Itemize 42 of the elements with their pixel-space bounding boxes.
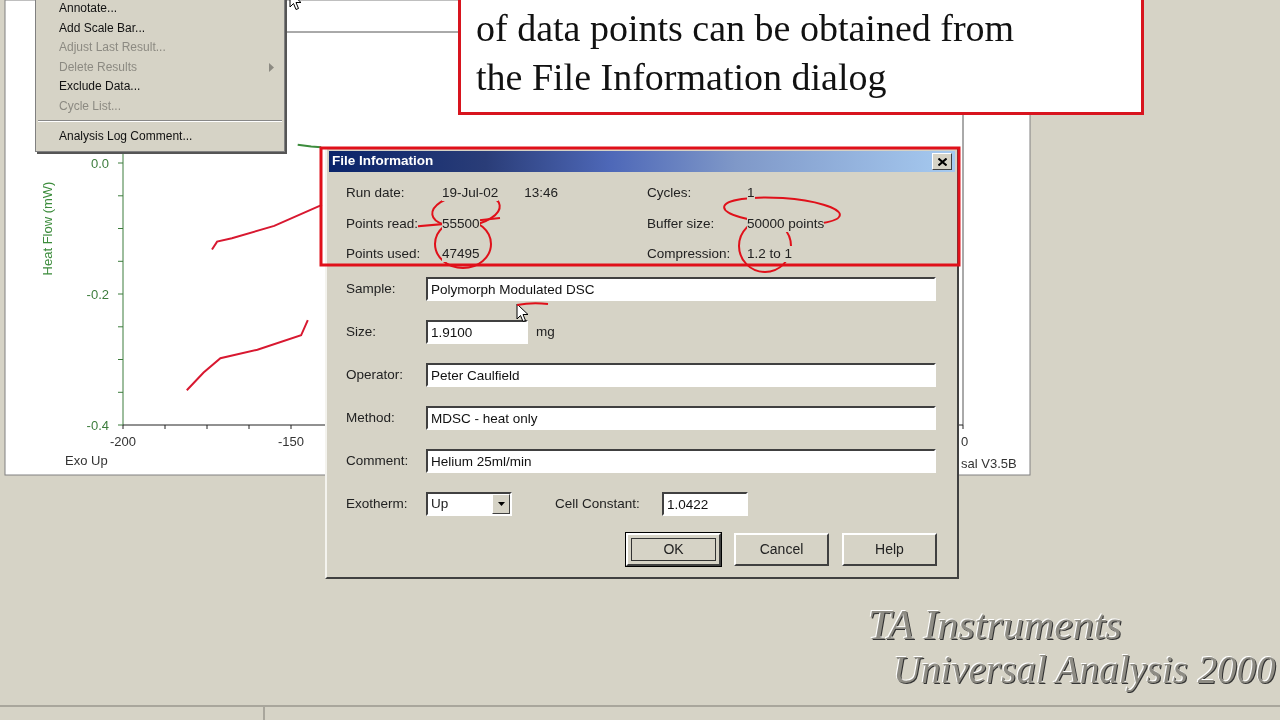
dialog-button[interactable]: Cancel	[734, 533, 829, 566]
unit-label: mg	[536, 322, 555, 341]
version-label: sal V3.5B	[961, 456, 1017, 471]
field-label: Comment:	[346, 451, 410, 470]
menu-item[interactable]: Annotate...	[36, 0, 284, 19]
field-label: Exotherm:	[346, 494, 409, 513]
y-tick-label: -0.4	[86, 418, 109, 433]
input-field[interactable]: 1.0422	[662, 492, 748, 516]
logo-text: Universal Analysis 2000	[893, 647, 1276, 694]
logo-text: TA Instruments	[868, 601, 1122, 650]
callout-text: of data points can be obtained from	[476, 6, 1016, 51]
input-field[interactable]: 1.9100	[426, 320, 528, 344]
field-label: Method:	[346, 408, 396, 427]
input-field[interactable]: Helium 25ml/min	[426, 449, 936, 473]
field-label: Cell Constant:	[555, 494, 641, 513]
dropdown-field[interactable]: Up	[426, 492, 512, 516]
info-value: 1.2 to 1	[747, 246, 793, 263]
info-label: Compression:	[647, 246, 731, 263]
field-label: Operator:	[346, 365, 405, 384]
info-label: Cycles:	[647, 185, 692, 201]
x-tick-label: -150	[278, 434, 304, 449]
callout-text: the File Information dialog	[476, 55, 888, 100]
dialog-button[interactable]: Help	[842, 533, 937, 566]
x-tick-label: -200	[110, 434, 136, 449]
input-field[interactable]: Polymorph Modulated DSC	[426, 277, 936, 301]
info-value: 1	[747, 185, 755, 201]
field-label: Size:	[346, 322, 377, 341]
menu-item[interactable]: Add Scale Bar...	[36, 18, 284, 38]
input-field[interactable]: Peter Caulfield	[426, 363, 936, 387]
field-label: Sample:	[346, 279, 397, 298]
corner-label: Exo Up	[65, 453, 108, 468]
x-tick-label: 0	[961, 434, 969, 449]
input-field[interactable]: MDSC - heat only	[426, 406, 936, 430]
menu-item[interactable]: Exclude Data...	[36, 77, 284, 97]
y-tick-label: -0.2	[86, 287, 109, 302]
axis-title: Heat Flow (mW)	[40, 181, 55, 276]
dialog-title: File Information	[332, 152, 434, 171]
dialog-button[interactable]: OK	[626, 533, 721, 566]
menu-item[interactable]: Analysis Log Comment...	[36, 127, 284, 147]
info-value: 47495	[442, 246, 480, 263]
info-value: 50000 points	[747, 215, 825, 232]
y-tick-label: 0.0	[90, 156, 109, 171]
